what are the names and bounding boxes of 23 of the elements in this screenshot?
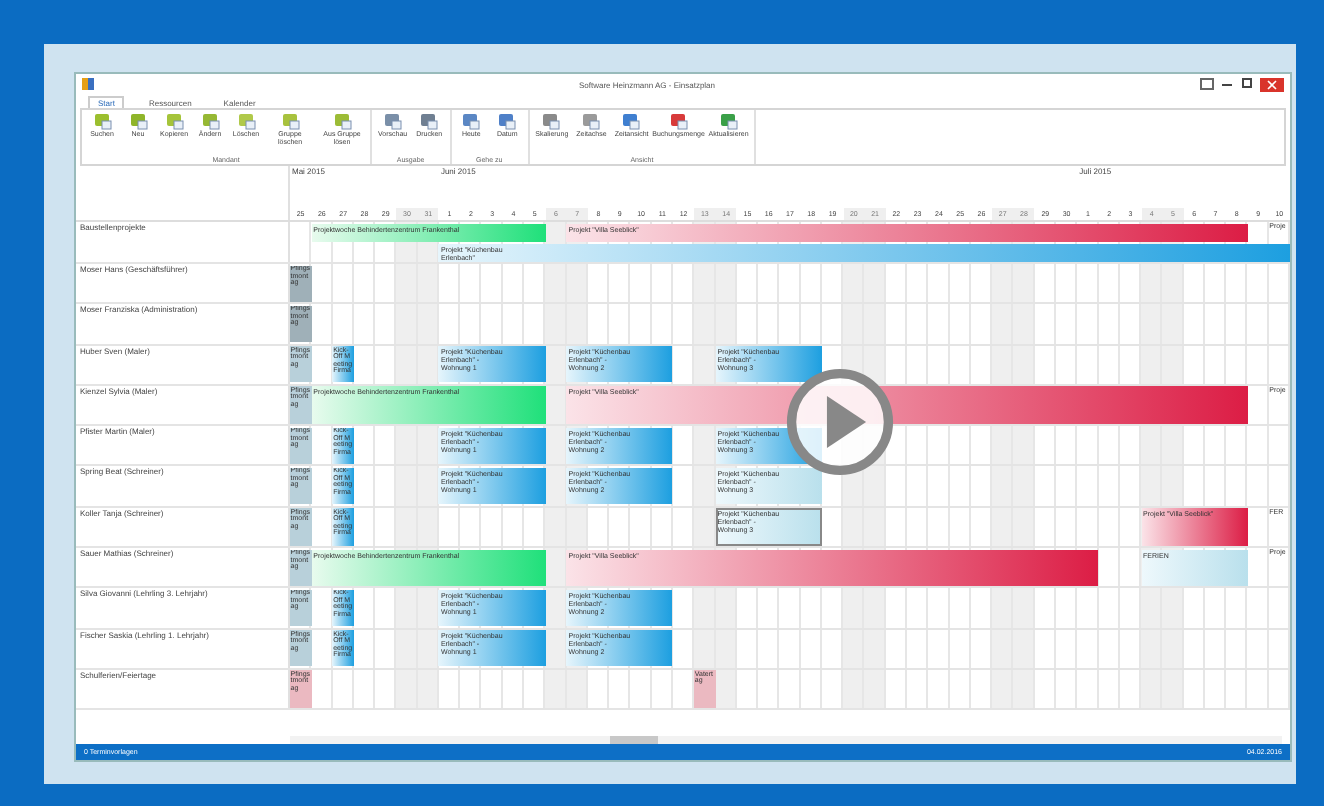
toolbar-icon — [333, 112, 352, 130]
window-options-icon[interactable] — [1200, 78, 1214, 90]
close-icon[interactable] — [1260, 77, 1284, 91]
toolbar-icon — [93, 112, 111, 130]
maximize-icon[interactable] — [1240, 78, 1254, 90]
toolbar-icon — [582, 112, 601, 130]
toolbar-icon — [669, 112, 688, 130]
toolbar-icon — [281, 112, 300, 130]
toolbar-icon — [201, 112, 220, 130]
toolbar-icon — [420, 112, 439, 130]
toolbar-icon — [462, 112, 481, 130]
toolbar-icon — [237, 112, 256, 130]
toolbar-icon — [622, 112, 641, 130]
horizontal-scrollbar[interactable] — [290, 736, 1282, 744]
toolbar-icon — [542, 112, 561, 130]
minimize-icon[interactable] — [1220, 78, 1234, 90]
toolbar-icon — [165, 112, 183, 130]
toolbar-icon — [129, 112, 147, 130]
toolbar-icon — [498, 112, 517, 130]
app-logo-icon — [82, 78, 94, 90]
toolbar-icon — [719, 112, 738, 130]
toolbar-icon — [383, 112, 402, 130]
scrollbar-thumb[interactable] — [610, 736, 658, 744]
